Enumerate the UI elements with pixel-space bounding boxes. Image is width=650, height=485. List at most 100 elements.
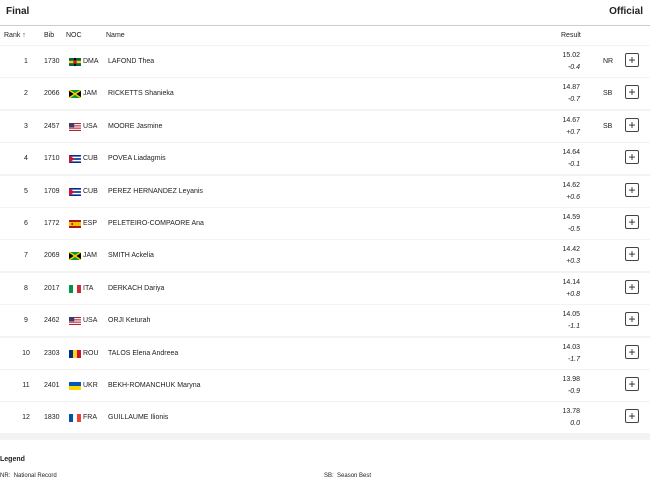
- noc-cell: CUB: [83, 187, 98, 195]
- name-column-header: Name: [106, 32, 125, 39]
- plus-icon: +: [628, 279, 636, 294]
- noc-cell: FRA: [83, 414, 97, 422]
- plus-icon: +: [628, 409, 636, 424]
- bib-column-header: Bib: [44, 32, 55, 39]
- usa-flag-icon: [69, 122, 81, 131]
- bib-cell: 1830: [44, 414, 60, 422]
- plus-icon: +: [628, 377, 636, 391]
- plus-icon: +: [628, 247, 636, 262]
- table-row: 3 2457 USA MOORE Jasmine 14.67 +0.7 SB +: [0, 110, 650, 142]
- bib-cell: 2066: [44, 90, 60, 98]
- ukr-flag-icon: [69, 382, 81, 390]
- legend-title: Legend: [0, 456, 25, 463]
- expand-row-button[interactable]: +: [625, 312, 639, 327]
- bib-cell: 2462: [44, 317, 60, 325]
- result-value: 14.62: [562, 181, 580, 189]
- table-row: 2 2066 JAM RICKETTS Shanieka 14.87 -0.7 SB +: [0, 78, 650, 110]
- expand-row-button[interactable]: +: [625, 182, 639, 197]
- status-label: Official: [609, 6, 643, 17]
- bib-cell: 2017: [44, 284, 60, 292]
- expand-row-button[interactable]: +: [625, 279, 639, 294]
- noc-cell: USA: [83, 122, 98, 130]
- wind-value: -0.4: [567, 64, 580, 71]
- legend-text: National Record: [13, 473, 57, 479]
- cub-flag-icon: [69, 187, 81, 196]
- expand-row-button[interactable]: +: [625, 247, 639, 262]
- bib-cell: 2457: [44, 122, 60, 130]
- athlete-name: POVEA Liadagmis: [108, 155, 166, 163]
- plus-icon: +: [628, 344, 636, 359]
- expand-row-button[interactable]: +: [625, 344, 639, 359]
- result-value: 14.64: [562, 149, 580, 157]
- result-value: 14.42: [562, 246, 580, 254]
- noc-cell: USA: [83, 317, 98, 325]
- wind-value: 0.0: [570, 420, 580, 428]
- record-mark: NR: [603, 58, 614, 65]
- noc-cell: JAM: [83, 90, 97, 98]
- page-title: Final: [6, 6, 30, 17]
- athlete-name: SMITH Ackelia: [108, 252, 154, 260]
- athlete-name: LAFOND Thea: [108, 58, 155, 65]
- usa-flag-icon: [69, 317, 81, 326]
- rou-flag-icon: [69, 349, 81, 358]
- bib-cell: 1772: [44, 220, 60, 227]
- dma-flag-icon: [69, 58, 81, 66]
- results-header-bar: Final Official: [0, 0, 650, 26]
- wind-value: -1.7: [567, 355, 580, 363]
- table-row: 6 1772 ESP PELETEIRO-COMPAORE Ana 14.59 -0.5 +: [0, 208, 650, 239]
- wind-value: -0.5: [567, 226, 580, 233]
- result-value: 13.98: [562, 376, 580, 383]
- expand-row-button[interactable]: +: [625, 117, 639, 132]
- table-row: 12 1830 FRA GUILLAUME Ilionis 13.78 0.0 +: [0, 402, 650, 434]
- expand-row-button[interactable]: +: [625, 215, 639, 229]
- result-value: 14.67: [562, 116, 580, 124]
- rank-column-header[interactable]: Rank ↑: [4, 32, 26, 39]
- table-row: 11 2401 UKR BEKH-ROMANCHUK Maryna 13.98 -0.9 +: [0, 370, 650, 401]
- wind-value: -0.9: [567, 388, 580, 395]
- legend-item-nr: NR: National Record: [0, 473, 57, 479]
- noc-cell: DMA: [83, 58, 99, 65]
- wind-value: +0.8: [566, 290, 580, 298]
- wind-value: -1.1: [567, 323, 580, 331]
- plus-icon: +: [628, 117, 636, 132]
- result-value: 14.03: [562, 343, 580, 351]
- athlete-name: TALOS Elena Andreea: [108, 349, 179, 357]
- sort-ascending-icon: ↑: [22, 32, 26, 39]
- expand-row-button[interactable]: +: [625, 85, 639, 100]
- table-row: 8 2017 ITA DERKACH Dariya 14.14 +0.8 +: [0, 272, 650, 304]
- expand-row-button[interactable]: +: [625, 377, 639, 391]
- result-column-header: Result: [561, 32, 581, 39]
- athlete-name: BEKH-ROMANCHUK Maryna: [108, 382, 201, 389]
- expand-row-button[interactable]: +: [625, 53, 639, 67]
- plus-icon: +: [628, 150, 636, 165]
- wind-value: -0.7: [567, 96, 580, 104]
- bib-cell: 2401: [44, 382, 60, 389]
- result-value: 14.59: [562, 214, 580, 221]
- fra-flag-icon: [69, 414, 81, 423]
- noc-cell: ROU: [83, 349, 99, 357]
- legend-code: SB:: [324, 473, 334, 479]
- table-row: 4 1710 CUB POVEA Liadagmis 14.64 -0.1 +: [0, 143, 650, 175]
- record-mark: SB: [603, 122, 613, 130]
- noc-cell: JAM: [83, 252, 97, 260]
- jam-flag-icon: [69, 252, 81, 261]
- athlete-name: PEREZ HERNANDEZ Leyanis: [108, 187, 203, 195]
- bib-cell: 2303: [44, 349, 60, 357]
- record-mark: SB: [603, 90, 613, 98]
- table-row: 5 1709 CUB PEREZ HERNANDEZ Leyanis 14.62 +0.6…: [0, 175, 650, 207]
- expand-row-button[interactable]: +: [625, 150, 639, 165]
- ita-flag-icon: [69, 284, 81, 293]
- wind-value: +0.7: [566, 128, 580, 136]
- plus-icon: +: [628, 215, 636, 229]
- table-header-row: Rank ↑ Bib NOC Name Result: [0, 26, 650, 45]
- athlete-name: RICKETTS Shanieka: [108, 90, 174, 98]
- expand-row-button[interactable]: +: [625, 409, 639, 424]
- legend-text: Season Best: [337, 473, 372, 479]
- result-value: 15.02: [562, 52, 580, 59]
- bib-cell: 1730: [44, 58, 60, 65]
- plus-icon: +: [628, 53, 636, 67]
- noc-cell: CUB: [83, 155, 98, 163]
- athlete-name: DERKACH Dariya: [108, 284, 165, 292]
- noc-column-header: NOC: [66, 32, 82, 39]
- legend-code: NR:: [0, 473, 11, 479]
